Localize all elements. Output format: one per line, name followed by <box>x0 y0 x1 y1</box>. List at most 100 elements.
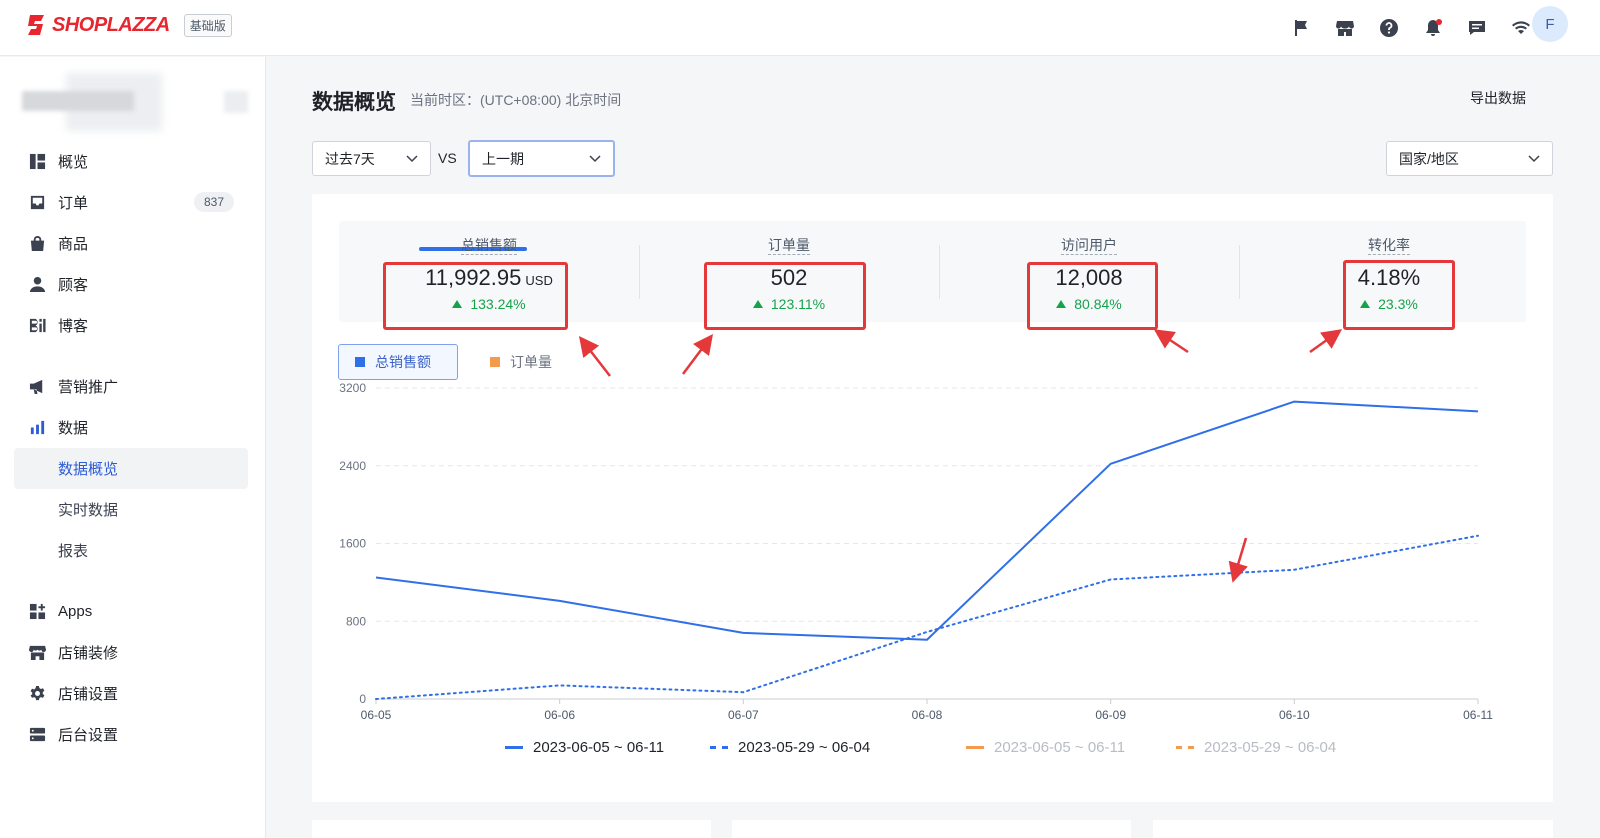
series-line-1 <box>375 534 1479 700</box>
blog-icon <box>28 317 46 335</box>
period-select-value: 过去7天 <box>325 150 375 167</box>
y-tick-label: 3200 <box>339 381 366 395</box>
chevron-down-icon <box>406 154 418 162</box>
server-icon <box>28 726 46 744</box>
sidebar-item-label: 实时数据 <box>58 502 119 519</box>
sidebar-item-label: 博客 <box>58 318 89 335</box>
period-select[interactable]: 过去7天 <box>312 141 431 176</box>
sidebar-item-store-settings[interactable]: 店铺设置 <box>14 673 248 714</box>
y-tick-label: 800 <box>346 614 366 628</box>
chevron-down-icon <box>1528 154 1540 162</box>
legend-label: 2023-05-29 ~ 06-04 <box>738 739 871 756</box>
legend-item-current-orders[interactable]: 2023-06-05 ~ 06-11 <box>966 739 1125 756</box>
sidebar-item-label: 店铺装修 <box>58 645 119 662</box>
logo[interactable]: SHOPLAZZA 基础版 <box>26 12 232 38</box>
sidebar-item-admin-settings[interactable]: 后台设置 <box>14 714 248 755</box>
x-tick-label: 06-09 <box>1095 708 1126 722</box>
inbox-icon <box>28 194 46 212</box>
edition-badge: 基础版 <box>183 13 232 37</box>
legend-line-solid <box>505 746 523 749</box>
bottom-card-1 <box>312 820 711 838</box>
sidebar: 概览 订单 837 商品 顾客 博客 营销推广 数据 数据概览 实时数据 报表 … <box>0 57 266 838</box>
notification-dot <box>1436 19 1442 25</box>
x-tick-label: 06-11 <box>1463 708 1493 722</box>
sidebar-item-reports[interactable]: 报表 <box>14 530 248 571</box>
sidebar-item-products[interactable]: 商品 <box>14 223 248 264</box>
bar-chart-icon <box>28 419 46 437</box>
sidebar-item-data[interactable]: 数据 <box>14 407 248 448</box>
user-avatar[interactable]: F <box>1532 6 1568 42</box>
sidebar-item-label: 商品 <box>58 236 89 253</box>
storefront-icon <box>28 644 46 662</box>
annotation-box-visitors <box>1027 262 1158 330</box>
sidebar-item-blog[interactable]: 博客 <box>14 305 248 346</box>
brand-name: SHOPLAZZA <box>52 13 170 36</box>
gear-icon <box>28 685 46 703</box>
compare-select-value: 上一期 <box>482 150 524 167</box>
x-tick-label: 06-05 <box>361 708 392 722</box>
legend-item-previous-sales[interactable]: 2023-05-29 ~ 06-04 <box>710 739 870 756</box>
sidebar-item-label: 数据概览 <box>58 461 119 478</box>
sidebar-item-label: 后台设置 <box>58 727 119 744</box>
vs-label: VS <box>438 150 457 166</box>
sidebar-item-data-overview[interactable]: 数据概览 <box>14 448 248 489</box>
legend-label: 2023-05-29 ~ 06-04 <box>1204 739 1337 756</box>
legend-line-dashed <box>710 746 728 749</box>
flag-icon[interactable] <box>1288 13 1314 43</box>
export-data-button[interactable]: 导出数据 <box>1470 88 1526 108</box>
legend-label: 2023-06-05 ~ 06-11 <box>994 739 1126 756</box>
sidebar-item-realtime[interactable]: 实时数据 <box>14 489 248 530</box>
bag-icon <box>28 235 46 253</box>
x-tick-label: 06-10 <box>1279 708 1310 722</box>
sidebar-item-label: Apps <box>58 603 93 620</box>
legend-item-current-sales[interactable]: 2023-06-05 ~ 06-11 <box>505 739 664 756</box>
y-tick-label: 0 <box>359 692 366 706</box>
chevron-down-icon <box>589 154 601 162</box>
megaphone-icon <box>28 378 46 396</box>
annotation-box-orders <box>704 262 866 330</box>
sidebar-item-label: 订单 <box>58 195 89 212</box>
sidebar-item-orders[interactable]: 订单 837 <box>14 182 248 223</box>
sidebar-item-theme[interactable]: 店铺装修 <box>14 632 248 673</box>
sidebar-item-overview[interactable]: 概览 <box>14 141 248 182</box>
sidebar-item-label: 数据 <box>58 420 89 437</box>
message-icon[interactable] <box>1464 13 1490 43</box>
annotation-box-sales <box>383 262 568 330</box>
sidebar-item-customers[interactable]: 顾客 <box>14 264 248 305</box>
y-tick-label: 1600 <box>339 537 366 551</box>
legend-label: 2023-06-05 ~ 06-11 <box>533 739 665 756</box>
sidebar-item-apps[interactable]: Apps <box>14 591 248 632</box>
sidebar-item-label: 店铺设置 <box>58 686 119 703</box>
store-name-blurred[interactable] <box>22 73 248 131</box>
orders-count-badge: 837 <box>193 192 234 212</box>
sidebar-item-label: 概览 <box>58 154 89 171</box>
x-tick-label: 06-07 <box>728 708 759 722</box>
help-icon[interactable] <box>1376 13 1402 43</box>
bottom-card-2 <box>732 820 1131 838</box>
sidebar-item-marketing[interactable]: 营销推广 <box>14 366 248 407</box>
region-select-value: 国家/地区 <box>1399 150 1459 167</box>
x-tick-label: 06-06 <box>544 708 575 722</box>
region-select[interactable]: 国家/地区 <box>1386 141 1553 176</box>
compare-select[interactable]: 上一期 <box>468 140 615 177</box>
sidebar-item-label: 报表 <box>58 543 89 560</box>
store-icon[interactable] <box>1332 13 1358 43</box>
bell-icon[interactable] <box>1420 13 1446 43</box>
sidebar-item-label: 营销推广 <box>58 379 119 396</box>
bottom-card-3 <box>1153 820 1553 838</box>
page-title: 数据概览 <box>312 91 396 114</box>
dashboard-icon <box>28 153 46 171</box>
top-header: SHOPLAZZA 基础版 F <box>0 0 1600 56</box>
wifi-icon[interactable] <box>1508 13 1534 43</box>
x-tick-label: 06-08 <box>912 708 943 722</box>
series-line-0 <box>375 400 1479 641</box>
legend-item-previous-orders[interactable]: 2023-05-29 ~ 06-04 <box>1176 739 1336 756</box>
annotation-box-conversion <box>1343 260 1455 330</box>
y-tick-label: 2400 <box>339 459 366 473</box>
timezone-text: 当前时区：(UTC+08:00) 北京时间 <box>410 92 622 108</box>
chart-legend: 2023-06-05 ~ 06-11 2023-05-29 ~ 06-04 20… <box>312 739 1553 763</box>
sidebar-nav: 概览 订单 837 商品 顾客 博客 营销推广 数据 数据概览 实时数据 报表 … <box>14 141 248 755</box>
person-icon <box>28 276 46 294</box>
apps-icon <box>28 603 46 621</box>
shoplazza-logo-icon <box>28 15 44 35</box>
